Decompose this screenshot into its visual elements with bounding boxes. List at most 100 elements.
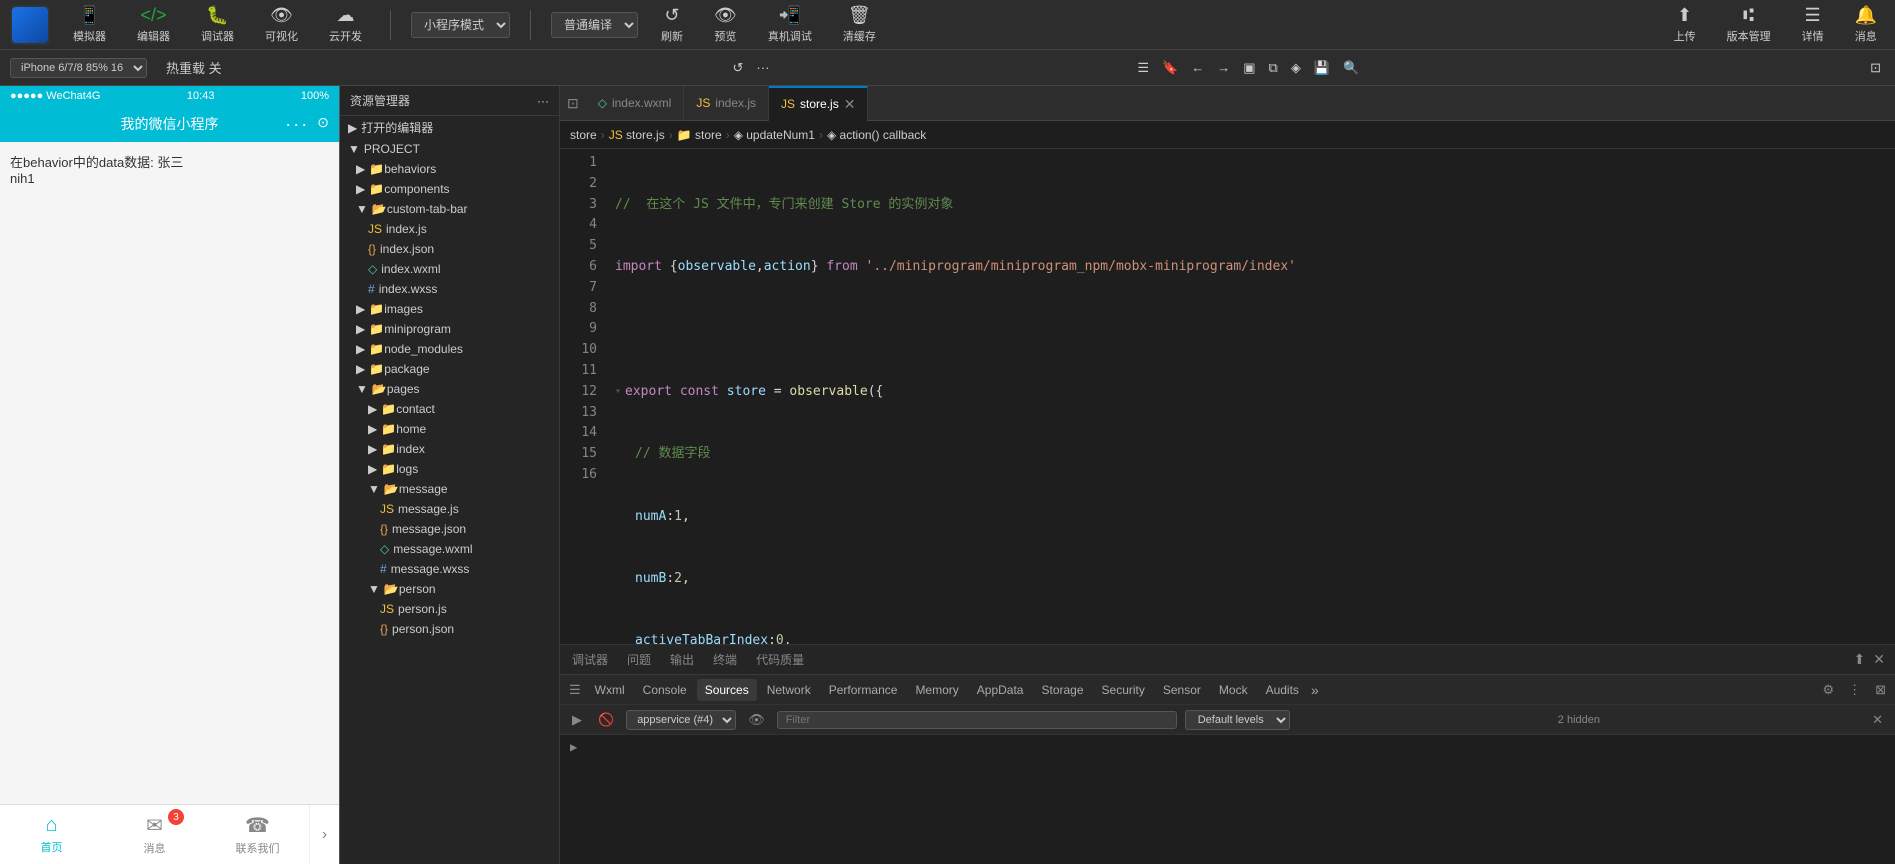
file-extra[interactable]: 🔍 (1339, 58, 1363, 78)
devtools-options-icon[interactable]: ⋮ (1844, 680, 1865, 700)
refresh-icon[interactable]: ↺ (729, 58, 748, 78)
devtools-tab-audits[interactable]: Audits (1258, 679, 1307, 701)
devtools-tab-sources[interactable]: Sources (697, 679, 757, 701)
close-panel-icon[interactable]: ✕ (1873, 651, 1885, 668)
devtools-tab-performance[interactable]: Performance (821, 679, 906, 701)
upload-btn[interactable]: ⬆ 上传 (1666, 1, 1704, 48)
context-select[interactable]: appservice (#4) (626, 710, 736, 730)
devtools-tab-security[interactable]: Security (1094, 679, 1153, 701)
devtools-undock-icon[interactable]: ⊠ (1871, 680, 1890, 700)
file-message-js[interactable]: JS message.js (340, 499, 559, 519)
folder-index[interactable]: ▶ 📁 index (340, 439, 559, 459)
visual-btn[interactable]: 👁 可视化 (257, 1, 306, 48)
folder-miniprogram[interactable]: ▶ 📁 miniprogram (340, 319, 559, 339)
folder-node-modules[interactable]: ▶ 📁 node_modules (340, 339, 559, 359)
devtools-tab-appdata[interactable]: AppData (969, 679, 1032, 701)
file-index-js-1[interactable]: JS index.js (340, 219, 559, 239)
tab-output[interactable]: 输出 (668, 647, 696, 672)
tab-index-wxml[interactable]: ◇ index.wxml (586, 86, 685, 121)
phone-tab-more[interactable]: › (309, 805, 339, 864)
folder-contact[interactable]: ▶ 📁 contact (340, 399, 559, 419)
device-select[interactable]: iPhone 6/7/8 85% 16 (10, 58, 147, 78)
phone-tab-contact[interactable]: ☎ 联系我们 (206, 805, 309, 864)
tab-store-js[interactable]: JS store.js ✕ (769, 86, 868, 121)
breadcrumb-item-store2[interactable]: 📁 store (677, 128, 722, 142)
levels-select[interactable]: Default levels (1185, 710, 1290, 730)
file-message-json[interactable]: {} message.json (340, 519, 559, 539)
phone-tab-message[interactable]: ✉ 消息 3 (103, 805, 206, 864)
file-index-json-1[interactable]: {} index.json (340, 239, 559, 259)
breadcrumb-item-storejs[interactable]: JS store.js (609, 128, 665, 142)
devtools-tab-storage[interactable]: Storage (1033, 679, 1091, 701)
file-tree-more-icon[interactable]: ··· (537, 94, 549, 108)
tab-code-quality[interactable]: 代码质量 (754, 647, 806, 672)
file-person-json[interactable]: {} person.json (340, 619, 559, 639)
tab-index-js[interactable]: JS index.js (684, 86, 769, 121)
devtools-tab-network[interactable]: Network (759, 679, 819, 701)
file-save[interactable]: 💾 (1310, 58, 1334, 78)
file-options[interactable]: ◈ (1287, 58, 1305, 78)
folder-components[interactable]: ▶ 📁 components (340, 179, 559, 199)
folder-pages[interactable]: ▼ 📂 pages (340, 379, 559, 399)
devtools-tab-memory[interactable]: Memory (907, 679, 966, 701)
layout-icon[interactable]: ▣ (1239, 58, 1259, 78)
split-icon[interactable]: ⧉ (1265, 58, 1282, 78)
hotreload-btn[interactable]: 热重载 关 (162, 56, 226, 79)
file-person-js[interactable]: JS person.js (340, 599, 559, 619)
forward-icon[interactable]: → (1213, 58, 1234, 77)
version-btn[interactable]: ⑆ 版本管理 (1719, 1, 1779, 48)
real-debug-btn[interactable]: 📲 真机调试 (760, 1, 820, 48)
code-content[interactable]: // 在这个 JS 文件中，专门来创建 Store 的实例对象 import {… (605, 149, 1895, 644)
clear-cache-btn[interactable]: 🗑 清缓存 (835, 1, 884, 48)
devtools-settings-icon[interactable]: ⚙ (1818, 680, 1838, 700)
devtools-sidebar-icon[interactable]: ☰ (565, 680, 585, 700)
file-message-wxml[interactable]: ◇ message.wxml (340, 539, 559, 559)
compile-select[interactable]: 普通编译 (551, 12, 638, 38)
folder-behaviors[interactable]: ▶ 📁 behaviors (340, 159, 559, 179)
mode-select[interactable]: 小程序模式 (411, 12, 510, 38)
file-index-wxss-1[interactable]: # index.wxss (340, 279, 559, 299)
panel-toggle[interactable]: ⊡ (1866, 58, 1885, 78)
phone-home-icon[interactable]: ⊙ (317, 114, 329, 135)
maximize-icon[interactable]: ⬆ (1854, 651, 1866, 668)
devtools-tab-sensor[interactable]: Sensor (1155, 679, 1209, 701)
message-btn[interactable]: 🔔 消息 (1847, 1, 1885, 48)
refresh-btn[interactable]: ↺ 刷新 (653, 1, 691, 48)
folder-images[interactable]: ▶ 📁 images (340, 299, 559, 319)
devtools-expand-icon[interactable]: ▶ (568, 710, 586, 730)
folder-message[interactable]: ▼ 📂 message (340, 479, 559, 499)
back-icon[interactable]: ← (1187, 58, 1208, 77)
breadcrumb-item-store[interactable]: store (570, 128, 597, 142)
breadcrumb-item-action[interactable]: ◈ action() callback (827, 128, 926, 142)
tab-debugger[interactable]: 调试器 (570, 647, 610, 672)
devtools-more-icon[interactable]: » (1311, 682, 1319, 698)
devtools-close-icon[interactable]: ✕ (1868, 710, 1887, 730)
simulator-btn[interactable]: 📱 模拟器 (65, 1, 114, 48)
bookmark-icon[interactable]: 🔖 (1158, 58, 1182, 78)
file-message-wxss[interactable]: # message.wxss (340, 559, 559, 579)
fold-arrow-4[interactable]: ▾ (615, 384, 621, 400)
folder-logs[interactable]: ▶ 📁 logs (340, 459, 559, 479)
folder-package[interactable]: ▶ 📁 package (340, 359, 559, 379)
console-expand-icon[interactable]: ▶ (570, 740, 577, 754)
devtools-tab-console[interactable]: Console (635, 679, 695, 701)
folder-person[interactable]: ▼ 📂 person (340, 579, 559, 599)
folder-home[interactable]: ▶ 📁 home (340, 419, 559, 439)
split-editor-icon[interactable]: ⊡ (565, 93, 581, 114)
debugger-btn[interactable]: 🐛 调试器 (193, 1, 242, 48)
breadcrumb-item-updateNum1[interactable]: ◈ updateNum1 (734, 128, 815, 142)
eye-icon[interactable]: 👁 (744, 710, 769, 730)
detail-btn[interactable]: ☰ 详情 (1794, 1, 1832, 48)
filter-input[interactable] (777, 711, 1177, 729)
file-tree-icon[interactable]: ☰ (1133, 58, 1153, 78)
file-index-wxml-1[interactable]: ◇ index.wxml (340, 259, 559, 279)
preview-btn[interactable]: 👁 预览 (706, 1, 745, 48)
tab-problems[interactable]: 问题 (625, 647, 653, 672)
tab-close-icon[interactable]: ✕ (844, 96, 856, 113)
open-editors-section[interactable]: ▶ 打开的编辑器 (340, 116, 559, 139)
folder-custom-tab-bar[interactable]: ▼ 📂 custom-tab-bar (340, 199, 559, 219)
phone-menu-icon[interactable]: ··· (285, 114, 309, 135)
phone-tab-home[interactable]: ⌂ 首页 (0, 805, 103, 864)
cloud-btn[interactable]: ☁ 云开发 (321, 1, 370, 48)
more-options-icon[interactable]: ··· (752, 58, 773, 77)
